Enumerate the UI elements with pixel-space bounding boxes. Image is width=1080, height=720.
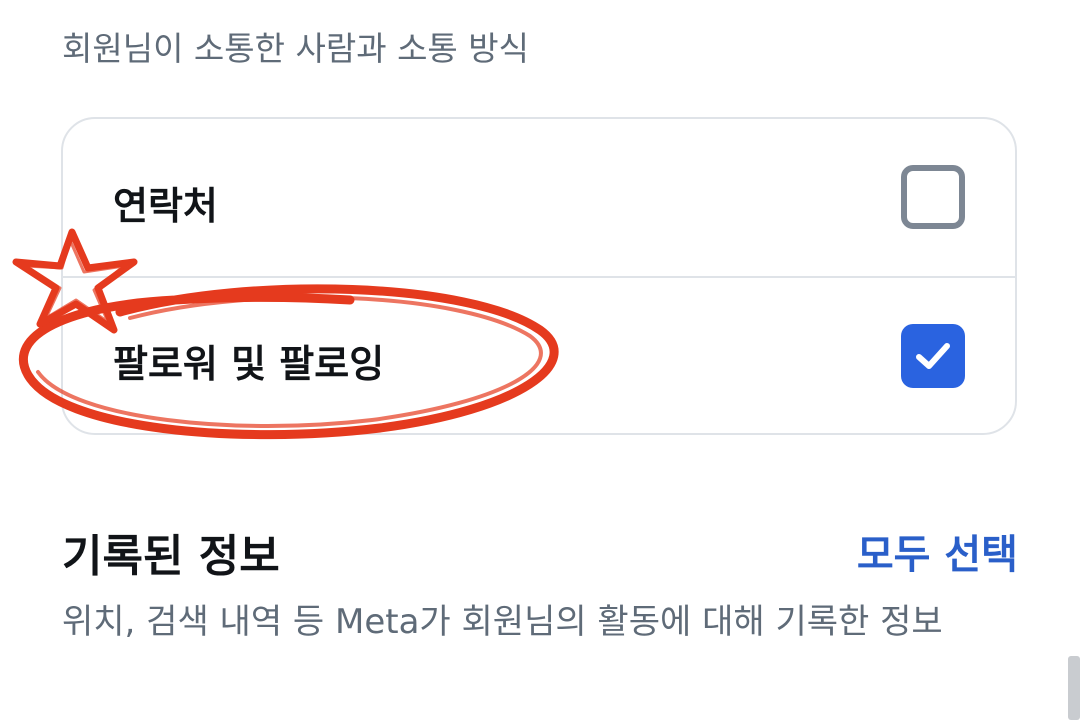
page: 회원님이 소통한 사람과 소통 방식 연락처 팔로워 및 팔로잉 기록된 정보 … <box>0 0 1080 720</box>
contacts-checkbox[interactable] <box>901 165 965 229</box>
section-subtitle: 회원님이 소통한 사람과 소통 방식 <box>62 29 529 68</box>
recorded-info-description: 위치, 검색 내역 등 Meta가 회원님의 활동에 대해 기록한 정보 <box>62 602 943 642</box>
interaction-options-card: 연락처 팔로워 및 팔로잉 <box>61 117 1017 435</box>
recorded-info-title: 기록된 정보 <box>62 531 280 582</box>
divider <box>63 276 1015 278</box>
checkmark-icon <box>916 343 950 369</box>
option-label-followers: 팔로워 및 팔로잉 <box>113 342 385 386</box>
select-all-button[interactable]: 모두 선택 <box>857 522 1018 580</box>
followers-checkbox[interactable] <box>901 324 965 388</box>
scrollbar[interactable] <box>1068 656 1080 720</box>
option-label-contacts: 연락처 <box>113 184 218 228</box>
